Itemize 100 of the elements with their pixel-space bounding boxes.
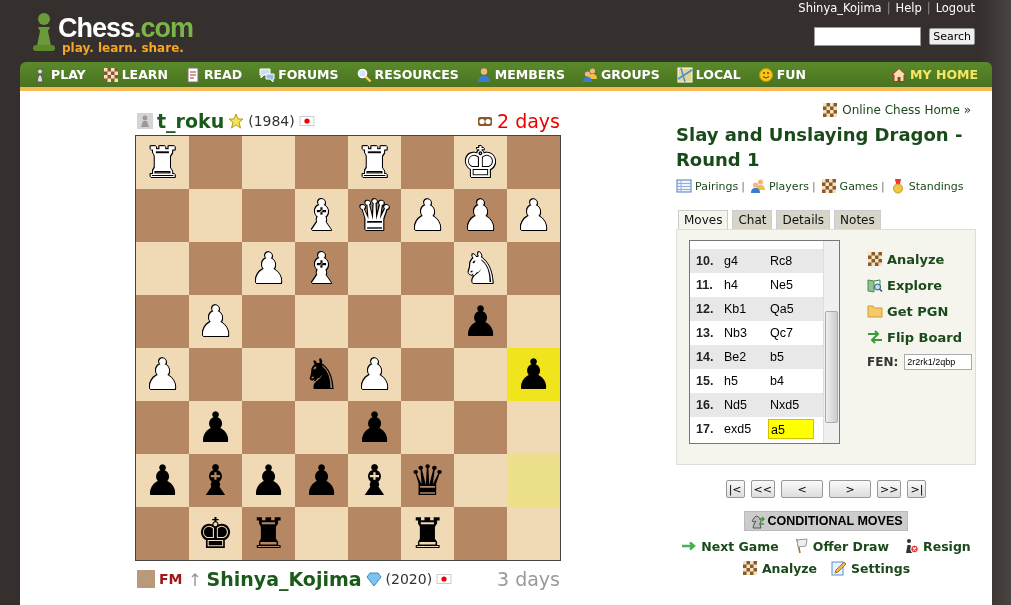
board-square[interactable] [242, 136, 295, 189]
chess-piece[interactable]: ♝ [196, 459, 235, 502]
game-action-link[interactable]: Offer Draw [812, 538, 890, 554]
move[interactable]: a5 [768, 419, 814, 439]
board-square[interactable]: ♛ [401, 454, 454, 507]
board-square[interactable] [242, 401, 295, 454]
nav-item[interactable]: READ [184, 66, 243, 83]
move[interactable]: Be2 [722, 347, 768, 367]
board-square[interactable]: ♝ [189, 454, 242, 507]
search-button[interactable]: Search [929, 28, 975, 45]
fen-field[interactable]: 2r2rk1/2qbp [904, 354, 973, 370]
board-square[interactable] [507, 507, 560, 560]
move[interactable]: Ne5 [768, 275, 814, 295]
board-square[interactable] [507, 242, 560, 295]
board-square[interactable] [242, 189, 295, 242]
board-square[interactable]: ♟ [295, 454, 348, 507]
nav-item[interactable]: MY HOME [891, 66, 978, 83]
move[interactable]: exd5 [722, 419, 768, 439]
board-square[interactable] [454, 401, 507, 454]
board-square[interactable] [136, 507, 189, 560]
board-square[interactable] [189, 189, 242, 242]
board-square[interactable] [401, 295, 454, 348]
action-link[interactable]: Analyze [887, 251, 945, 267]
chess-piece[interactable]: ♛ [408, 459, 447, 502]
nav-item[interactable]: FUN [757, 66, 806, 83]
board-square[interactable] [348, 295, 401, 348]
board-square[interactable]: ♟ [348, 401, 401, 454]
move[interactable]: b5 [768, 347, 814, 367]
board-square[interactable] [507, 401, 560, 454]
board-square[interactable] [348, 242, 401, 295]
move[interactable]: g4 [722, 251, 768, 271]
chess-piece[interactable]: ♟ [302, 459, 341, 502]
action-link[interactable]: Explore [887, 277, 943, 293]
action-link[interactable]: Get PGN [887, 303, 949, 319]
chess-piece[interactable]: ♚ [196, 512, 235, 555]
tournament-link[interactable]: Players [768, 179, 809, 193]
chess-piece[interactable]: ♟ [143, 459, 182, 502]
board-square[interactable] [401, 348, 454, 401]
board-square[interactable] [507, 295, 560, 348]
nav-item[interactable]: LEARN [102, 66, 168, 83]
chess-piece[interactable]: ♝ [355, 459, 394, 502]
board-square[interactable] [295, 507, 348, 560]
board-square[interactable]: ♝ [348, 454, 401, 507]
board-square[interactable] [189, 136, 242, 189]
move[interactable]: b4 [768, 371, 814, 391]
board-square[interactable] [136, 242, 189, 295]
move-nav-button[interactable]: < [781, 480, 823, 498]
logo-wordmark[interactable]: Chess.com [58, 15, 194, 42]
move[interactable]: h5 [722, 371, 768, 391]
board-square[interactable] [454, 348, 507, 401]
game-action-link[interactable]: Next Game [701, 538, 779, 554]
board-square[interactable]: ♚ [189, 507, 242, 560]
tab[interactable]: Moves [678, 210, 729, 229]
nav-item[interactable]: MEMBERS [475, 66, 565, 83]
move[interactable]: Nb3 [722, 323, 768, 343]
search-field[interactable] [814, 27, 922, 46]
board-square[interactable]: ♟ [242, 454, 295, 507]
move[interactable]: Nd5 [722, 395, 768, 415]
player-name[interactable]: t_roku [157, 110, 225, 132]
move-nav-button[interactable]: >> [877, 480, 902, 498]
scroll-bar[interactable] [823, 241, 839, 443]
tournament-link[interactable]: Games [839, 179, 879, 193]
tournament-link[interactable]: Pairings [695, 179, 739, 193]
nav-item[interactable]: FORUMS [259, 66, 339, 83]
tab[interactable]: Details [776, 210, 831, 229]
board-square[interactable] [401, 136, 454, 189]
board-square[interactable]: ♜ [401, 507, 454, 560]
chess-piece[interactable]: ♞ [302, 353, 341, 396]
board-square[interactable] [189, 242, 242, 295]
move[interactable]: Qa5 [768, 299, 814, 319]
move[interactable]: h4 [722, 275, 768, 295]
board-square[interactable]: ♟ [189, 401, 242, 454]
chess-piece[interactable]: ♟ [355, 406, 394, 449]
user-link[interactable]: Help [895, 1, 922, 15]
board-square[interactable] [242, 348, 295, 401]
board-square[interactable] [295, 401, 348, 454]
move[interactable]: Qc7 [768, 323, 814, 343]
board-square[interactable]: ♞ [295, 348, 348, 401]
tab[interactable]: Notes [834, 210, 881, 229]
nav-item[interactable]: PLAY [32, 66, 86, 83]
board-square[interactable] [295, 136, 348, 189]
tournament-link[interactable]: Standings [908, 179, 964, 193]
board-square[interactable] [401, 401, 454, 454]
move[interactable]: Kb1 [722, 299, 768, 319]
chess-piece[interactable]: ♜ [408, 512, 447, 555]
nav-item[interactable]: LOCAL [676, 66, 741, 83]
move-nav-button[interactable]: |< [725, 480, 745, 498]
chess-piece[interactable]: ♟ [249, 459, 288, 502]
nav-item[interactable]: GROUPS [581, 66, 660, 83]
board-square[interactable] [189, 348, 242, 401]
board-square[interactable] [507, 454, 560, 507]
board-square[interactable] [136, 189, 189, 242]
board-square[interactable]: ♟ [136, 454, 189, 507]
move-nav-button[interactable]: >| [907, 480, 927, 498]
tab[interactable]: Chat [732, 210, 773, 229]
game-action-link[interactable]: Settings [851, 560, 911, 576]
board-square[interactable] [295, 295, 348, 348]
move-nav-button[interactable]: << [750, 480, 775, 498]
nav-item[interactable]: RESOURCES [355, 66, 459, 83]
user-link[interactable]: Shinya_Kojima [798, 1, 882, 15]
